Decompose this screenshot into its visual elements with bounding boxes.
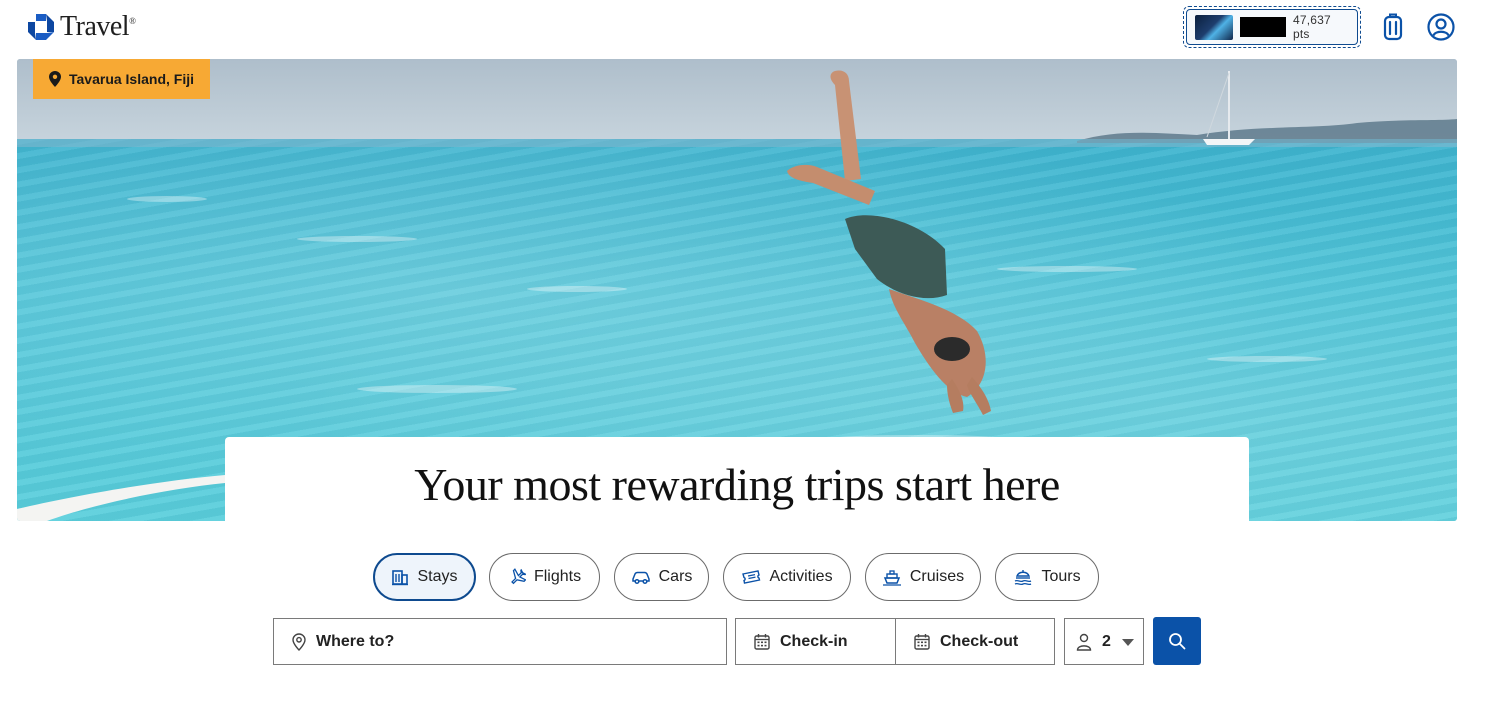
page-title: Your most rewarding trips start here xyxy=(414,459,1060,510)
guests-value: 2 xyxy=(1102,632,1111,650)
travel-type-tabs: Stays Flights Cars Activities Cruises To… xyxy=(0,553,1499,601)
checkin-label: Check-in xyxy=(780,632,848,650)
plane-icon xyxy=(511,568,526,585)
guests-selector[interactable]: 2 xyxy=(1064,618,1144,665)
search-icon xyxy=(1169,633,1186,650)
user-circle-icon xyxy=(1427,13,1455,41)
location-tag: Tavarua Island, Fiji xyxy=(33,59,211,99)
top-header: Travel® 47,637 pts xyxy=(0,0,1499,56)
tab-activities[interactable]: Activities xyxy=(723,553,851,601)
tab-cars[interactable]: Cars xyxy=(614,553,709,601)
tab-cruises-label: Cruises xyxy=(909,568,965,585)
rewards-card-inner: 47,637 pts xyxy=(1186,9,1358,45)
checkin-field[interactable]: Check-in xyxy=(735,618,896,665)
tab-flights[interactable]: Flights xyxy=(489,553,600,601)
headline-card: Your most rewarding trips start here xyxy=(225,437,1249,521)
ship-icon xyxy=(882,570,901,586)
car-icon xyxy=(631,571,650,585)
chevron-down-icon xyxy=(1121,638,1134,646)
rewards-points: 47,637 pts xyxy=(1292,13,1331,41)
tab-stays-label: Stays xyxy=(417,568,458,585)
tab-cars-label: Cars xyxy=(658,568,693,585)
search-button[interactable] xyxy=(1153,617,1201,665)
calendar-icon xyxy=(754,634,770,650)
tab-tours-label: Tours xyxy=(1041,568,1081,585)
account-button[interactable] xyxy=(1426,12,1456,42)
brand-logo[interactable]: Travel® xyxy=(26,11,136,42)
credit-card-thumbnail xyxy=(1195,14,1233,40)
building-icon xyxy=(392,570,409,586)
location-label: Tavarua Island, Fiji xyxy=(69,71,195,87)
calendar-icon xyxy=(914,634,930,650)
tab-cruises[interactable]: Cruises xyxy=(865,553,981,601)
trips-button[interactable] xyxy=(1378,12,1408,42)
destination-placeholder: Where to? xyxy=(316,632,395,650)
checkout-field[interactable]: Check-out xyxy=(895,618,1055,665)
chase-octagon-logo-icon xyxy=(28,14,54,40)
tab-stays[interactable]: Stays xyxy=(373,553,476,601)
person-icon xyxy=(1076,633,1092,651)
checkout-label: Check-out xyxy=(940,632,1019,650)
destination-input[interactable]: Where to? xyxy=(273,618,727,665)
tab-tours[interactable]: Tours xyxy=(995,553,1099,601)
ticket-icon xyxy=(742,570,761,584)
redacted-card-name xyxy=(1239,17,1286,37)
luggage-icon xyxy=(1383,13,1403,41)
brand-name: Travel® xyxy=(60,11,136,42)
tour-icon xyxy=(1015,570,1032,586)
tab-flights-label: Flights xyxy=(533,568,582,585)
diver-figure xyxy=(787,70,991,415)
map-pin-outline-icon xyxy=(292,632,306,651)
map-pin-icon xyxy=(49,71,61,87)
rewards-card-selector[interactable]: 47,637 pts xyxy=(1183,6,1361,48)
tab-activities-label: Activities xyxy=(769,568,833,585)
